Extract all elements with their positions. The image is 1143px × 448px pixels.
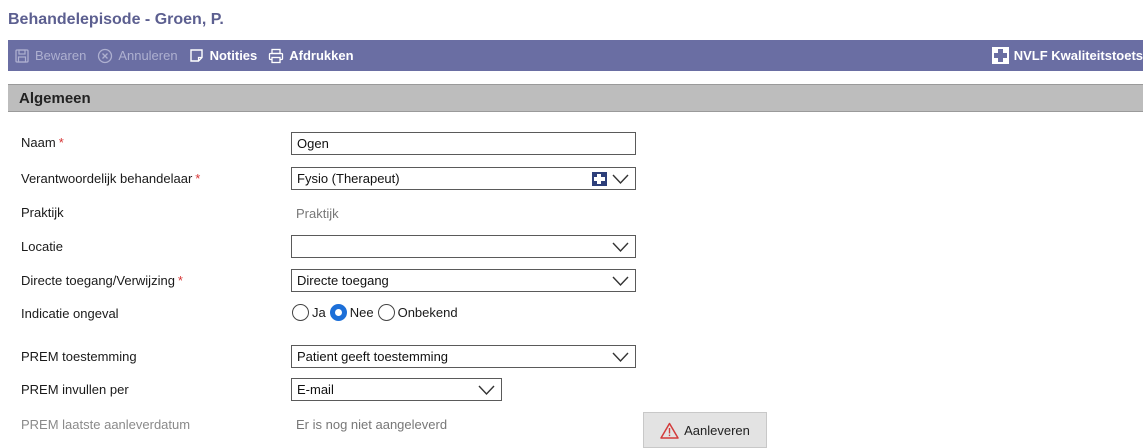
praktijk-label: Praktijk: [21, 205, 64, 220]
naam-value: Ogen: [297, 136, 329, 151]
radio-ja[interactable]: [292, 304, 309, 321]
section-title: Algemeen: [19, 89, 91, 107]
toegang-select[interactable]: Directe toegang: [291, 269, 636, 292]
save-label: Bewaren: [35, 48, 87, 63]
note-icon: [189, 48, 205, 64]
toegang-label-text: Directe toegang/Verwijzing: [21, 273, 175, 288]
behandelaar-select[interactable]: Fysio (Therapeut): [291, 167, 636, 190]
toegang-label: Directe toegang/Verwijzing *: [21, 273, 183, 288]
radio-nee-label[interactable]: Nee: [350, 305, 374, 320]
required-marker: *: [177, 273, 183, 288]
prem-toestemming-value: Patient geeft toestemming: [297, 349, 449, 364]
chevron-down-icon: [612, 352, 629, 363]
prem-invullen-label: PREM invullen per: [21, 382, 129, 397]
print-label: Afdrukken: [289, 48, 354, 63]
notes-button[interactable]: Notities: [189, 40, 258, 71]
section-header: Algemeen: [8, 84, 1143, 112]
chevron-down-icon: [612, 242, 629, 253]
prem-datum-label: PREM laatste aanleverdatum: [21, 417, 191, 432]
quality-check-button[interactable]: NVLF Kwaliteitstoets: [991, 40, 1143, 71]
behandelaar-label: Verantwoordelijk behandelaar *: [21, 171, 200, 186]
radio-nee[interactable]: [329, 304, 347, 321]
naam-label-text: Naam: [21, 135, 56, 150]
naam-input[interactable]: Ogen: [291, 132, 636, 155]
behandelaar-value: Fysio (Therapeut): [297, 171, 400, 186]
toegang-value: Directe toegang: [297, 273, 389, 288]
quality-icon: [991, 47, 1009, 64]
quality-label: NVLF Kwaliteitstoets: [1013, 48, 1143, 63]
behandelaar-label-text: Verantwoordelijk behandelaar: [21, 171, 193, 186]
cancel-button[interactable]: Annuleren: [97, 40, 178, 71]
chevron-down-icon: [612, 276, 629, 287]
chevron-down-icon: [612, 174, 629, 185]
locatie-label: Locatie: [21, 239, 63, 254]
print-button[interactable]: Afdrukken: [268, 40, 354, 71]
prem-toestemming-select[interactable]: Patient geeft toestemming: [291, 345, 636, 368]
ongeval-radio-group: Ja Nee Onbekend: [292, 304, 462, 321]
prem-datum-value: Er is nog niet aangeleverd: [296, 417, 448, 432]
therapist-detail-icon[interactable]: [592, 172, 607, 186]
save-button[interactable]: Bewaren: [14, 40, 86, 71]
chevron-down-icon: [478, 385, 495, 396]
aanleveren-label: Aanleveren: [684, 422, 750, 438]
radio-onbekend[interactable]: [377, 304, 395, 321]
save-icon: [14, 48, 30, 64]
radio-onbekend-label[interactable]: Onbekend: [398, 305, 458, 320]
prem-invullen-value: E-mail: [297, 382, 334, 397]
printer-icon: [268, 48, 284, 64]
aanleveren-button[interactable]: Aanleveren: [643, 412, 767, 448]
required-marker: *: [58, 135, 64, 150]
toolbar: Bewaren Annuleren Notities Afdrukken NVL…: [8, 40, 1143, 71]
cancel-icon: [97, 48, 113, 64]
prem-toestemming-label: PREM toestemming: [21, 349, 137, 364]
required-marker: *: [195, 171, 201, 186]
cancel-label: Annuleren: [118, 48, 178, 63]
naam-label: Naam *: [21, 135, 64, 150]
notes-label: Notities: [209, 48, 258, 63]
praktijk-value: Praktijk: [296, 206, 339, 221]
prem-invullen-select[interactable]: E-mail: [291, 378, 502, 401]
ongeval-label: Indicatie ongeval: [21, 306, 119, 321]
locatie-select[interactable]: [291, 235, 636, 258]
radio-ja-label[interactable]: Ja: [312, 305, 326, 320]
page-title: Behandelepisode - Groen, P.: [8, 11, 224, 28]
warning-icon: [660, 422, 679, 439]
